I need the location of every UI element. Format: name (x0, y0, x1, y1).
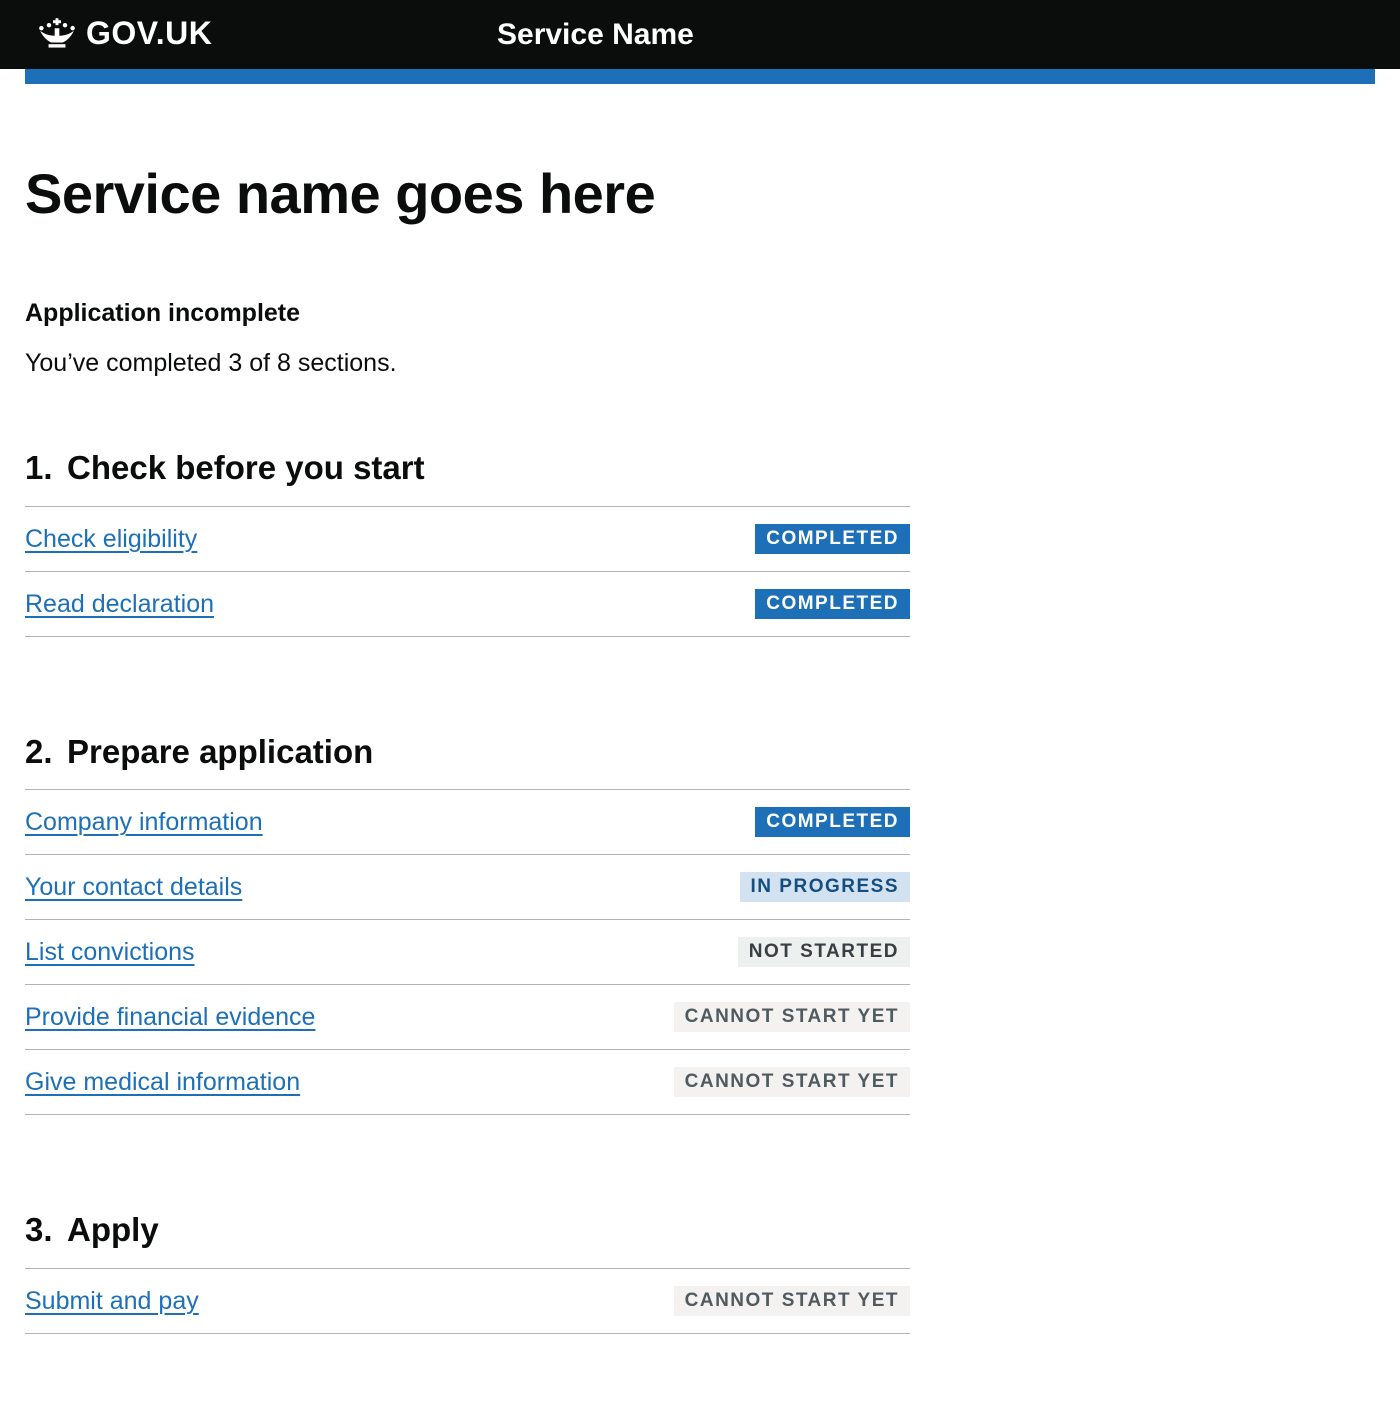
task-row: Provide financial evidence CANNOT START … (25, 985, 910, 1050)
section-heading: 1. Check before you start (25, 448, 910, 488)
page-title: Service name goes here (25, 163, 910, 225)
task-sections: 1. Check before you start Check eligibil… (25, 448, 910, 1334)
status-tag: COMPLETED (755, 589, 910, 619)
task-row: Your contact details IN PROGRESS (25, 855, 910, 920)
task-section: 3. Apply Submit and pay CANNOT START YET (25, 1210, 910, 1334)
crown-icon (38, 18, 76, 48)
task-row: Read declaration COMPLETED (25, 572, 910, 637)
section-title: Prepare application (67, 732, 373, 772)
section-number: 3. (25, 1210, 67, 1250)
govuk-home-link[interactable]: GOV.UK (38, 17, 212, 49)
task-list: Company information COMPLETED Your conta… (25, 789, 910, 1115)
header-logo-section: GOV.UK (25, 17, 475, 53)
task-link[interactable]: Submit and pay (25, 1286, 199, 1316)
task-list: Submit and pay CANNOT START YET (25, 1268, 910, 1334)
task-row: Submit and pay CANNOT START YET (25, 1269, 910, 1334)
status-tag: NOT STARTED (738, 937, 910, 967)
header-container: GOV.UK Service Name (25, 17, 1375, 53)
section-number: 2. (25, 732, 67, 772)
header-content-section: Service Name (475, 20, 1375, 50)
section-heading: 2. Prepare application (25, 732, 910, 772)
service-name-link[interactable]: Service Name (497, 18, 694, 51)
task-link[interactable]: Company information (25, 807, 263, 837)
status-tag: CANNOT START YET (674, 1067, 910, 1097)
task-link[interactable]: Provide financial evidence (25, 1002, 315, 1032)
task-section: 1. Check before you start Check eligibil… (25, 448, 910, 637)
section-number: 1. (25, 448, 67, 488)
sections-completed-text: You’ve completed 3 of 8 sections. (25, 349, 910, 378)
status-tag: CANNOT START YET (674, 1002, 910, 1032)
status-tag: CANNOT START YET (674, 1286, 910, 1316)
section-title: Check before you start (67, 448, 425, 488)
task-link[interactable]: List convictions (25, 937, 195, 967)
status-tag: IN PROGRESS (740, 872, 910, 902)
status-tag: COMPLETED (755, 807, 910, 837)
header-accent-bar (25, 69, 1375, 84)
task-row: Check eligibility COMPLETED (25, 507, 910, 572)
task-list: Check eligibility COMPLETED Read declara… (25, 506, 910, 637)
task-row: List convictions NOT STARTED (25, 920, 910, 985)
govuk-header: GOV.UK Service Name (0, 0, 1400, 69)
govuk-logotype: GOV.UK (86, 17, 212, 49)
task-link[interactable]: Give medical information (25, 1067, 300, 1097)
task-link[interactable]: Read declaration (25, 589, 214, 619)
section-title: Apply (67, 1210, 159, 1250)
status-tag: COMPLETED (755, 524, 910, 554)
application-status-heading: Application incomplete (25, 299, 910, 328)
main-content: Service name goes here Application incom… (25, 163, 910, 1334)
section-heading: 3. Apply (25, 1210, 910, 1250)
task-link[interactable]: Check eligibility (25, 524, 197, 554)
task-row: Company information COMPLETED (25, 790, 910, 855)
task-link[interactable]: Your contact details (25, 872, 242, 902)
task-row: Give medical information CANNOT START YE… (25, 1050, 910, 1115)
task-section: 2. Prepare application Company informati… (25, 732, 910, 1116)
